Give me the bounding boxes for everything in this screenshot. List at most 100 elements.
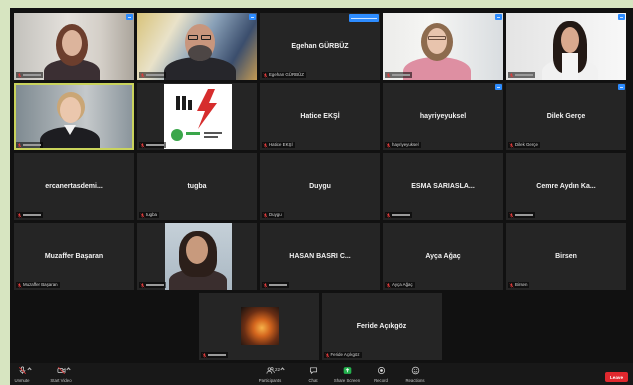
participant-tile[interactable]: Muzaffer Başaran Muzaffer Başaran: [14, 223, 134, 290]
start-video-label: Start Video: [50, 378, 72, 383]
name-label-placeholder: [146, 144, 164, 146]
participant-logo-tile[interactable]: [137, 83, 257, 150]
participant-top: [562, 53, 578, 80]
name-label-placeholder: [515, 74, 533, 76]
share-screen-icon: [343, 366, 352, 375]
participant-tile[interactable]: Feride Açıkgöz Feride Açıkgöz: [321, 293, 442, 360]
name-label: Hatice EKŞİ: [262, 142, 295, 148]
smiley-icon: [411, 366, 420, 375]
name-label-text: tugba: [146, 212, 157, 217]
name-label-placeholder: [23, 214, 41, 216]
participant-face: [186, 236, 208, 264]
more-options-button[interactable]: [249, 14, 256, 20]
share-screen-button[interactable]: Share Screen: [331, 363, 363, 385]
participant-name: ercanertasdemi...: [45, 183, 103, 190]
lightning-logo-graphic: [171, 89, 222, 141]
participant-tile[interactable]: ercanertasdemi...: [14, 153, 134, 220]
participant-tile[interactable]: tugba tugba: [137, 153, 257, 220]
participant-video-tile[interactable]: [137, 13, 257, 80]
microphone-muted-icon: [263, 213, 268, 218]
microphone-muted-icon: [18, 366, 27, 375]
name-label-text: Muzaffer Başaran: [23, 282, 58, 287]
microphone-muted-icon: [17, 73, 22, 78]
glasses-left-lens: [188, 35, 198, 40]
name-label-text: Dilek Gerçe: [515, 142, 538, 147]
more-options-button[interactable]: [126, 14, 133, 20]
participant-name: Duygu: [309, 183, 331, 190]
share-screen-label: Share Screen: [333, 378, 361, 383]
participant-name: Muzaffer Başaran: [44, 253, 104, 260]
participant-avatar-tile[interactable]: [198, 293, 319, 360]
more-options-button[interactable]: [618, 84, 625, 90]
participants-label: Participants: [258, 378, 282, 383]
participant-glasses: [428, 36, 446, 40]
glasses-right-lens: [201, 35, 211, 40]
unmute-button[interactable]: Unmute: [11, 363, 33, 385]
chevron-up-icon[interactable]: [27, 367, 32, 372]
more-options-icon: [497, 86, 500, 88]
microphone-muted-icon: [140, 143, 145, 148]
record-button[interactable]: Record: [369, 363, 393, 385]
name-label-placeholder: [392, 214, 410, 216]
name-label-text: Egehan GÜRBÜZ: [269, 72, 304, 77]
name-label: [508, 212, 535, 218]
more-options-button[interactable]: [349, 14, 379, 22]
participant-tile[interactable]: Dilek Gerçe Dilek Gerçe: [506, 83, 626, 150]
participant-name: ESMA SARIASLA...: [411, 183, 475, 190]
more-options-icon: [620, 16, 623, 18]
name-label: hayriyeyuksel: [385, 142, 421, 148]
more-options-button[interactable]: [618, 14, 625, 20]
reactions-button[interactable]: Reactions: [400, 363, 430, 385]
participant-tile[interactable]: Hatice EKŞİ Hatice EKŞİ: [260, 83, 380, 150]
name-label-placeholder: [23, 144, 41, 146]
microphone-muted-icon: [140, 283, 145, 288]
chat-bubble-icon: [309, 366, 318, 375]
name-label-text: Birsen: [515, 282, 528, 287]
microphone-muted-icon: [17, 213, 22, 218]
unmute-label: Unmute: [14, 378, 30, 383]
name-label-placeholder: [146, 284, 164, 286]
participant-tile[interactable]: ESMA SARIASLA...: [383, 153, 503, 220]
participant-video-tile[interactable]: [14, 13, 134, 80]
chevron-up-icon[interactable]: [66, 367, 71, 372]
participant-name: Feride Açıkgöz: [356, 323, 407, 330]
microphone-muted-icon: [325, 353, 330, 358]
microphone-muted-icon: [140, 213, 145, 218]
people-icon: [266, 366, 275, 375]
participant-name: Birsen: [555, 253, 577, 260]
name-label: Feride Açıkgöz: [323, 352, 362, 358]
name-label: Duygu: [262, 212, 284, 218]
participant-name: Cemre Aydın Ka...: [536, 183, 596, 190]
name-label: [200, 352, 228, 358]
start-video-button[interactable]: Start Video: [46, 363, 76, 385]
more-options-button[interactable]: [495, 14, 502, 20]
name-label-placeholder: [146, 74, 164, 76]
participant-tile[interactable]: HASAN BASRI C...: [260, 223, 380, 290]
name-label-text: Ayça Ağaç: [392, 282, 413, 287]
more-options-button[interactable]: [495, 84, 502, 90]
name-label: [385, 72, 412, 78]
name-label: [16, 212, 43, 218]
leave-button[interactable]: Leave: [605, 372, 628, 382]
chevron-up-icon[interactable]: [280, 367, 285, 372]
video-off-icon: [57, 366, 66, 375]
chat-label: Chat: [308, 378, 318, 383]
participant-tile[interactable]: Birsen Birsen: [506, 223, 626, 290]
active-speaker-video-tile[interactable]: [14, 83, 134, 150]
participant-tile[interactable]: Ayça Ağaç Ayça Ağaç: [383, 223, 503, 290]
participant-video-tile[interactable]: [383, 13, 503, 80]
participant-photo-tile[interactable]: [137, 223, 257, 290]
name-label-text: Feride Açıkgöz: [330, 352, 360, 357]
participants-button[interactable]: 22 Participants: [254, 363, 286, 385]
name-label-placeholder: [23, 74, 41, 76]
participant-tile[interactable]: Egehan GÜRBÜZ Egehan GÜRBÜZ: [260, 13, 380, 80]
name-label: [16, 72, 43, 78]
participant-video-tile[interactable]: [506, 13, 626, 80]
participant-tile[interactable]: hayriyeyuksel hayriyeyuksel: [383, 83, 503, 150]
record-label: Record: [374, 378, 388, 383]
chat-button[interactable]: Chat: [302, 363, 324, 385]
participant-tile[interactable]: Duygu Duygu: [260, 153, 380, 220]
name-label-text: hayriyeyuksel: [392, 142, 419, 147]
participant-beard: [188, 45, 212, 61]
participant-tile[interactable]: Cemre Aydın Ka...: [506, 153, 626, 220]
